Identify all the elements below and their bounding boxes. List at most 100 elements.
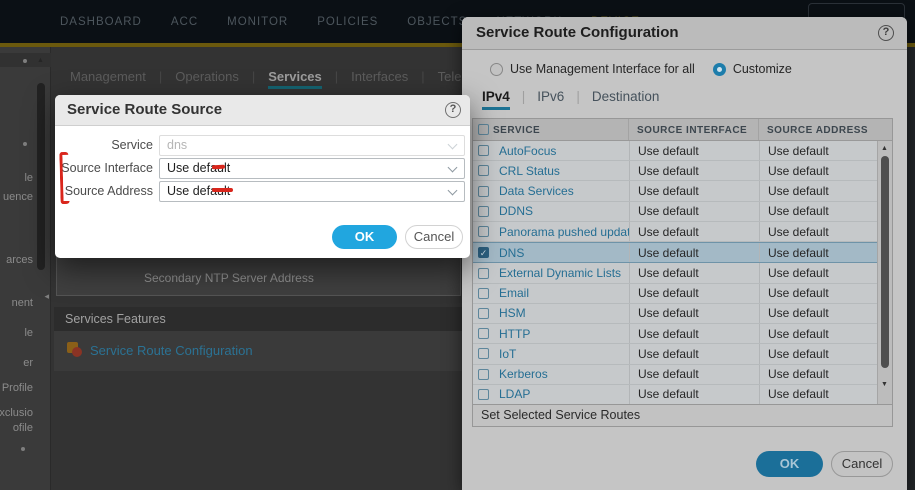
table-scrollbar[interactable]: ▲ ▼: [877, 141, 892, 404]
sidebar-item-fragment[interactable]: le: [24, 172, 33, 184]
annotation-red-dash: [212, 188, 233, 192]
subtab-operations[interactable]: Operations: [175, 69, 239, 89]
sidebar-scrollbar[interactable]: [37, 83, 45, 270]
source-address-cell: Use default: [759, 384, 877, 405]
table-row-ddns[interactable]: DDNS Use default Use default: [473, 201, 877, 222]
service-link[interactable]: CRL Status: [493, 164, 629, 178]
service-link[interactable]: External Dynamic Lists: [493, 266, 629, 280]
services-features-panel: Service Route Configuration: [54, 331, 462, 371]
table-row-data-services[interactable]: Data Services Use default Use default: [473, 181, 877, 202]
ok-button[interactable]: OK: [332, 225, 397, 249]
column-header-source-interface[interactable]: SOURCE INTERFACE: [629, 119, 759, 140]
row-checkbox[interactable]: [478, 348, 489, 360]
sidebar-scroll-up-icon[interactable]: ▲: [37, 57, 44, 64]
sidebar-item-fragment[interactable]: uence: [3, 191, 33, 203]
subtab-interfaces[interactable]: Interfaces: [351, 69, 408, 89]
table-row-dns[interactable]: ✓ DNS Use default Use default: [473, 242, 877, 264]
table-row-ldap[interactable]: LDAP Use default Use default: [473, 384, 877, 405]
nav-item-policies[interactable]: POLICIES: [317, 16, 378, 28]
cancel-button[interactable]: Cancel: [405, 225, 463, 249]
table-row-panorama-pushed-updates[interactable]: Panorama pushed updates Use default Use de…: [473, 221, 877, 243]
service-link[interactable]: LDAP: [493, 387, 629, 401]
nav-item-objects[interactable]: OBJECTS: [407, 16, 467, 28]
scroll-down-icon[interactable]: ▼: [881, 381, 888, 388]
column-header-service[interactable]: SERVICE: [493, 119, 629, 140]
service-link[interactable]: Kerberos: [493, 367, 629, 381]
table-row-kerberos[interactable]: Kerberos Use default Use default: [473, 364, 877, 385]
radio-customize[interactable]: Customize: [712, 62, 792, 76]
cancel-button[interactable]: Cancel: [831, 451, 893, 477]
source-interface-cell: Use default: [629, 243, 759, 263]
service-link[interactable]: Panorama pushed updates: [493, 225, 629, 239]
dialog-buttons: OK Cancel: [332, 225, 463, 249]
sidebar-item-fragment[interactable]: ofile: [13, 422, 33, 434]
row-checkbox[interactable]: [478, 165, 489, 177]
nav-item-monitor[interactable]: MONITOR: [227, 16, 288, 28]
row-checkbox[interactable]: [478, 368, 489, 380]
row-checkbox[interactable]: [478, 287, 489, 299]
select-all-checkbox[interactable]: [478, 124, 489, 135]
row-checkbox[interactable]: [478, 145, 489, 157]
row-checkbox[interactable]: [478, 267, 489, 279]
ok-button[interactable]: OK: [756, 451, 823, 477]
subtab-services[interactable]: Services: [268, 69, 322, 89]
row-checkbox[interactable]: [478, 205, 489, 217]
table-row-email[interactable]: Email Use default Use default: [473, 283, 877, 304]
radio-button-icon[interactable]: [490, 62, 503, 76]
nav-item-acc[interactable]: ACC: [171, 16, 198, 28]
table-body: AutoFocus Use default Use default CRL Statu…: [473, 141, 877, 405]
sidebar-item-fragment[interactable]: arces: [6, 254, 33, 266]
source-interface-cell: Use default: [629, 384, 759, 405]
tab-ipv6[interactable]: IPv6: [537, 89, 564, 110]
table-row-crl-status[interactable]: CRL Status Use default Use default: [473, 161, 877, 182]
row-checkbox[interactable]: [478, 388, 489, 400]
service-link[interactable]: HSM: [493, 306, 629, 320]
row-checkbox[interactable]: ✓: [478, 247, 489, 259]
radio-button-icon[interactable]: [712, 62, 726, 76]
service-route-configuration-link[interactable]: Service Route Configuration: [90, 343, 253, 358]
table-header-row: SERVICE SOURCE INTERFACE SOURCE ADDRESS: [473, 119, 892, 141]
set-selected-service-routes-button[interactable]: Set Selected Service Routes: [472, 405, 893, 427]
row-checkbox[interactable]: [478, 328, 489, 340]
source-interface-dropdown[interactable]: Use default: [159, 158, 465, 179]
service-link[interactable]: AutoFocus: [493, 144, 629, 158]
column-header-source-address[interactable]: SOURCE ADDRESS: [759, 119, 877, 140]
chevron-down-icon: [447, 185, 458, 196]
scrollbar-thumb[interactable]: [881, 156, 889, 368]
sidebar-item-fragment[interactable]: Exclusio: [0, 407, 33, 419]
annotation-red-bracket: [59, 151, 70, 205]
row-checkbox[interactable]: [478, 307, 489, 319]
nav-item-dashboard[interactable]: DASHBOARD: [60, 16, 142, 28]
source-interface-cell: Use default: [629, 201, 759, 221]
table-row-iot[interactable]: IoT Use default Use default: [473, 344, 877, 365]
service-link[interactable]: DNS: [493, 246, 629, 260]
sidebar-collapse-icon[interactable]: ◂: [44, 291, 49, 302]
tab-destination[interactable]: Destination: [592, 89, 660, 110]
service-link[interactable]: DDNS: [493, 204, 629, 218]
sidebar-item-fragment[interactable]: e Profile: [0, 382, 33, 394]
source-address-dropdown[interactable]: Use default: [159, 181, 465, 202]
table-row-hsm[interactable]: HSM Use default Use default: [473, 303, 877, 325]
service-link[interactable]: Email: [493, 286, 629, 300]
service-link[interactable]: IoT: [493, 347, 629, 361]
help-icon[interactable]: ?: [445, 102, 461, 118]
table-row-http[interactable]: HTTP Use default Use default: [473, 324, 877, 345]
sidebar-item-fragment[interactable]: er: [23, 357, 33, 369]
subtab-management[interactable]: Management: [70, 69, 146, 89]
radio-label: Use Management Interface for all: [510, 62, 695, 76]
service-link[interactable]: Data Services: [493, 184, 629, 198]
tab-ipv4[interactable]: IPv4: [482, 89, 510, 110]
radio-use-management-interface-for-all[interactable]: Use Management Interface for all: [490, 62, 695, 76]
screen: DASHBOARDACCMONITORPOLICIESOBJECTSNETWOR…: [0, 0, 915, 490]
table-row-autofocus[interactable]: AutoFocus Use default Use default: [473, 141, 877, 162]
help-icon[interactable]: ?: [878, 25, 894, 41]
source-address-cell: Use default: [759, 283, 877, 303]
scroll-up-icon[interactable]: ▲: [881, 145, 888, 152]
sidebar-item-fragment[interactable]: nent: [12, 297, 33, 309]
annotation-red-dash: [211, 164, 226, 170]
row-checkbox[interactable]: [478, 226, 489, 238]
table-row-external-dynamic-lists[interactable]: External Dynamic Lists Use default Use def…: [473, 263, 877, 284]
sidebar-item-fragment[interactable]: le: [24, 327, 33, 339]
row-checkbox[interactable]: [478, 185, 489, 197]
service-link[interactable]: HTTP: [493, 327, 629, 341]
